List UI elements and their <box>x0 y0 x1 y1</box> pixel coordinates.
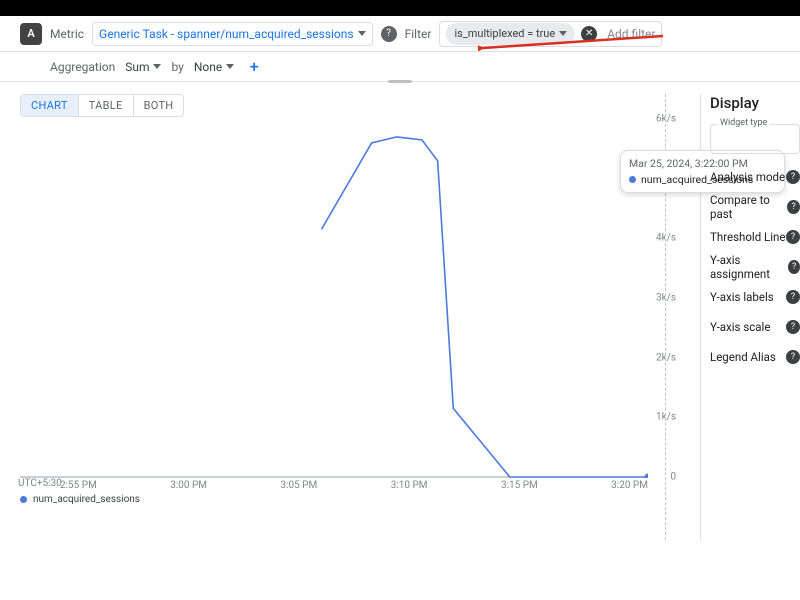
y-tick: 0 <box>670 472 676 483</box>
drag-handle[interactable] <box>388 80 412 83</box>
x-tick: 3:05 PM <box>280 480 317 491</box>
x-tick: 2:55 PM <box>60 480 97 491</box>
aggregation-func-select[interactable]: Sum <box>121 56 165 78</box>
x-axis-row: 2:55 PM 3:00 PM 3:05 PM 3:10 PM 3:15 PM 3:20 … <box>20 480 648 491</box>
legend-dot-icon <box>629 176 636 183</box>
legend-series-label: num_acquired_sessions <box>33 494 140 505</box>
help-icon: ? <box>786 290 800 304</box>
chevron-down-icon <box>358 31 366 36</box>
help-icon: ? <box>786 230 800 244</box>
window-top-strip <box>0 0 800 16</box>
chevron-down-icon <box>559 31 567 36</box>
query-letter-button[interactable]: A <box>20 23 42 45</box>
help-icon: ? <box>787 200 800 214</box>
view-tabs: CHART TABLE BOTH <box>20 94 184 117</box>
aggregation-bar: Aggregation Sum by None + <box>0 52 800 82</box>
row-label: Y-axis labels <box>710 290 774 304</box>
help-icon: ? <box>786 320 800 334</box>
legend-dot-icon <box>20 496 27 503</box>
y-tick: 6k/s <box>656 114 676 125</box>
aggregation-by-value: None <box>194 60 222 74</box>
help-icon: ? <box>786 350 800 364</box>
row-label: Analysis mode <box>710 170 785 184</box>
filter-box: is_multiplexed = true ✕ Add filter <box>439 21 662 47</box>
analysis-mode-row[interactable]: Analysis mode? <box>710 162 800 192</box>
y-axis-labels-row[interactable]: Y-axis labels? <box>710 282 800 312</box>
compare-to-past-row[interactable]: Compare to past? <box>710 192 800 222</box>
x-tick: 3:15 PM <box>501 480 538 491</box>
aggregation-func-value: Sum <box>125 60 149 74</box>
x-tick: 3:00 PM <box>170 480 207 491</box>
row-label: Y-axis assignment <box>710 253 788 281</box>
widget-type-field[interactable]: Widget type <box>710 124 800 154</box>
add-filter-placeholder[interactable]: Add filter <box>603 27 655 41</box>
metric-label: Metric <box>50 27 84 41</box>
help-icon: ? <box>788 260 800 274</box>
line-chart-svg <box>20 118 648 478</box>
metric-select[interactable]: Generic Task - spanner/num_acquired_sess… <box>92 22 373 46</box>
chevron-down-icon <box>226 64 234 69</box>
display-title: Display <box>710 94 800 112</box>
y-tick: 3k/s <box>656 293 676 304</box>
help-icon: ? <box>786 170 800 184</box>
threshold-line-row[interactable]: Threshold Line? <box>710 222 800 252</box>
chart-canvas[interactable]: 01k/s2k/s3k/s4k/s5k/s6k/s <box>20 118 648 478</box>
chevron-down-icon <box>153 64 161 69</box>
query-bar: A Metric Generic Task - spanner/num_acqu… <box>0 16 800 52</box>
tab-chart[interactable]: CHART <box>21 95 78 116</box>
page-root: { "query": { "letter": "A", "metric_labe… <box>0 0 800 600</box>
legend-alias-row[interactable]: Legend Alias? <box>710 342 800 372</box>
y-tick: 2k/s <box>656 352 676 363</box>
filter-label: Filter <box>405 27 432 41</box>
y-tick: 4k/s <box>656 233 676 244</box>
row-label: Compare to past <box>710 193 787 221</box>
x-tick: 3:10 PM <box>391 480 428 491</box>
y-axis-assignment-row[interactable]: Y-axis assignment? <box>710 252 800 282</box>
x-tick: 3:20 PM <box>611 480 648 491</box>
y-tick: 1k/s <box>656 412 676 423</box>
tab-both[interactable]: BOTH <box>133 95 184 116</box>
filter-chip-text: is_multiplexed = true <box>454 27 555 40</box>
row-label: Y-axis scale <box>710 320 770 334</box>
row-label: Threshold Line <box>710 230 786 244</box>
filter-remove-icon[interactable]: ✕ <box>581 26 597 42</box>
add-aggregation-button[interactable]: + <box>244 57 264 77</box>
tab-table[interactable]: TABLE <box>78 95 133 116</box>
widget-type-label: Widget type <box>717 118 770 128</box>
by-label: by <box>171 60 183 74</box>
y-axis-scale-row[interactable]: Y-axis scale? <box>710 312 800 342</box>
filter-chip[interactable]: is_multiplexed = true <box>446 23 575 45</box>
display-panel: Display Widget type Analysis mode? Compa… <box>702 94 800 372</box>
metric-value: Generic Task - spanner/num_acquired_sess… <box>99 27 354 41</box>
metric-help-icon[interactable]: ? <box>381 26 397 42</box>
legend[interactable]: num_acquired_sessions <box>20 494 140 505</box>
aggregation-label: Aggregation <box>50 60 115 74</box>
aggregation-by-select[interactable]: None <box>190 56 238 78</box>
row-label: Legend Alias <box>710 350 776 364</box>
